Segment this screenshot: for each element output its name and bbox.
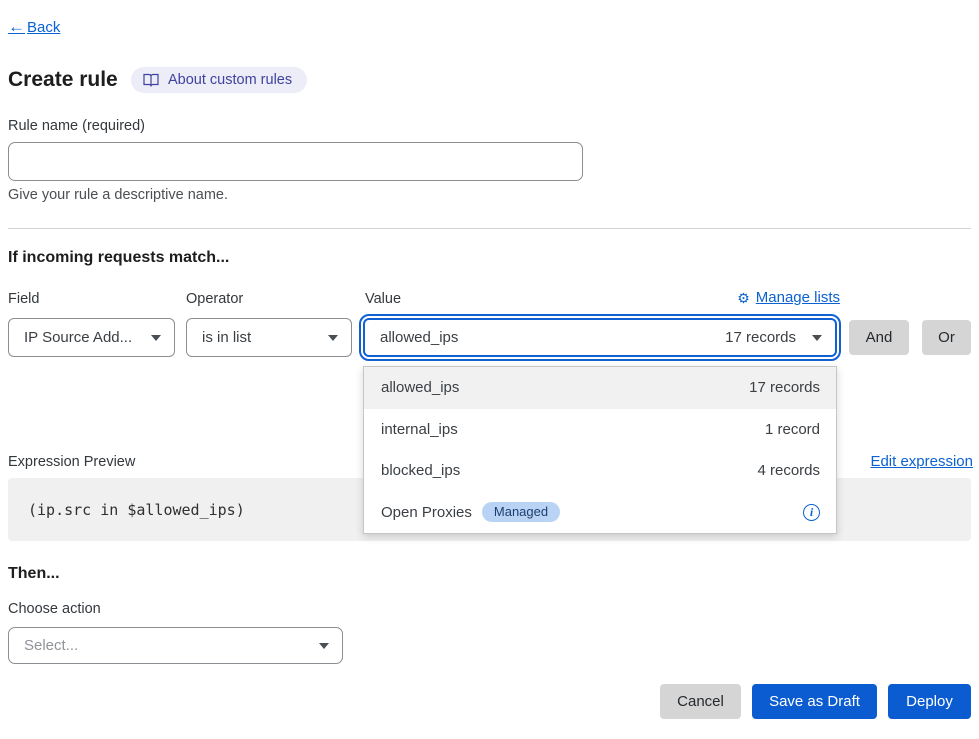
action-select-placeholder: Select... <box>24 637 78 654</box>
value-select[interactable]: allowed_ips 17 records <box>363 318 837 357</box>
field-select[interactable]: IP Source Add... <box>8 318 175 357</box>
book-icon <box>143 73 159 87</box>
dropdown-item-internal-ips[interactable]: internal_ips 1 record <box>364 409 836 451</box>
list-record-count: 4 records <box>757 462 820 479</box>
expression-code: (ip.src in $allowed_ips) <box>28 501 245 519</box>
back-link-label: Back <box>27 19 60 36</box>
value-dropdown-menu: allowed_ips 17 records internal_ips 1 re… <box>363 366 837 534</box>
rule-name-label: Rule name (required) <box>8 118 145 134</box>
save-as-draft-button[interactable]: Save as Draft <box>752 684 877 719</box>
manage-lists-link[interactable]: ⚙ Manage lists <box>737 289 840 306</box>
page-title: Create rule <box>8 68 118 92</box>
list-record-count: 1 record <box>765 421 820 438</box>
manage-lists-label: Manage lists <box>756 289 840 306</box>
deploy-button[interactable]: Deploy <box>888 684 971 719</box>
then-section-heading: Then... <box>8 565 60 583</box>
rule-name-helper-text: Give your rule a descriptive name. <box>8 187 228 203</box>
section-divider <box>8 228 971 229</box>
create-rule-page: ←Back Create rule About custom rules Rul… <box>0 0 979 739</box>
chevron-down-icon <box>328 335 338 341</box>
edit-expression-link[interactable]: Edit expression <box>870 453 973 470</box>
list-record-count: 17 records <box>749 379 820 396</box>
operator-select-value: is in list <box>202 329 251 346</box>
managed-badge: Managed <box>482 502 560 522</box>
match-section-heading: If incoming requests match... <box>8 249 229 267</box>
gear-icon: ⚙ <box>737 291 750 305</box>
info-icon[interactable]: i <box>803 504 820 521</box>
rule-name-input[interactable] <box>8 142 583 181</box>
field-select-value: IP Source Add... <box>24 329 132 346</box>
and-button[interactable]: And <box>849 320 909 355</box>
chevron-down-icon <box>812 335 822 341</box>
dropdown-item-allowed-ips[interactable]: allowed_ips 17 records <box>364 367 836 409</box>
about-custom-rules-label: About custom rules <box>168 72 292 88</box>
back-arrow-icon: ← <box>8 17 25 37</box>
value-column-label: Value <box>365 291 401 307</box>
operator-select[interactable]: is in list <box>186 318 352 357</box>
value-select-record-count: 17 records <box>725 329 796 346</box>
cancel-button[interactable]: Cancel <box>660 684 741 719</box>
chevron-down-icon <box>151 335 161 341</box>
choose-action-label: Choose action <box>8 601 101 617</box>
or-button[interactable]: Or <box>922 320 971 355</box>
field-column-label: Field <box>8 291 39 307</box>
about-custom-rules-link[interactable]: About custom rules <box>131 67 307 93</box>
list-name: allowed_ips <box>381 379 459 396</box>
chevron-down-icon <box>319 643 329 649</box>
dropdown-item-open-proxies[interactable]: Open Proxies Managed i <box>364 492 836 534</box>
operator-column-label: Operator <box>186 291 243 307</box>
list-name: blocked_ips <box>381 462 460 479</box>
dropdown-item-blocked-ips[interactable]: blocked_ips 4 records <box>364 450 836 492</box>
list-name: Open Proxies <box>381 504 472 521</box>
back-link[interactable]: ←Back <box>8 17 60 37</box>
list-name: internal_ips <box>381 421 458 438</box>
value-select-value: allowed_ips <box>380 329 458 346</box>
expression-preview-label: Expression Preview <box>8 454 135 470</box>
action-select[interactable]: Select... <box>8 627 343 664</box>
